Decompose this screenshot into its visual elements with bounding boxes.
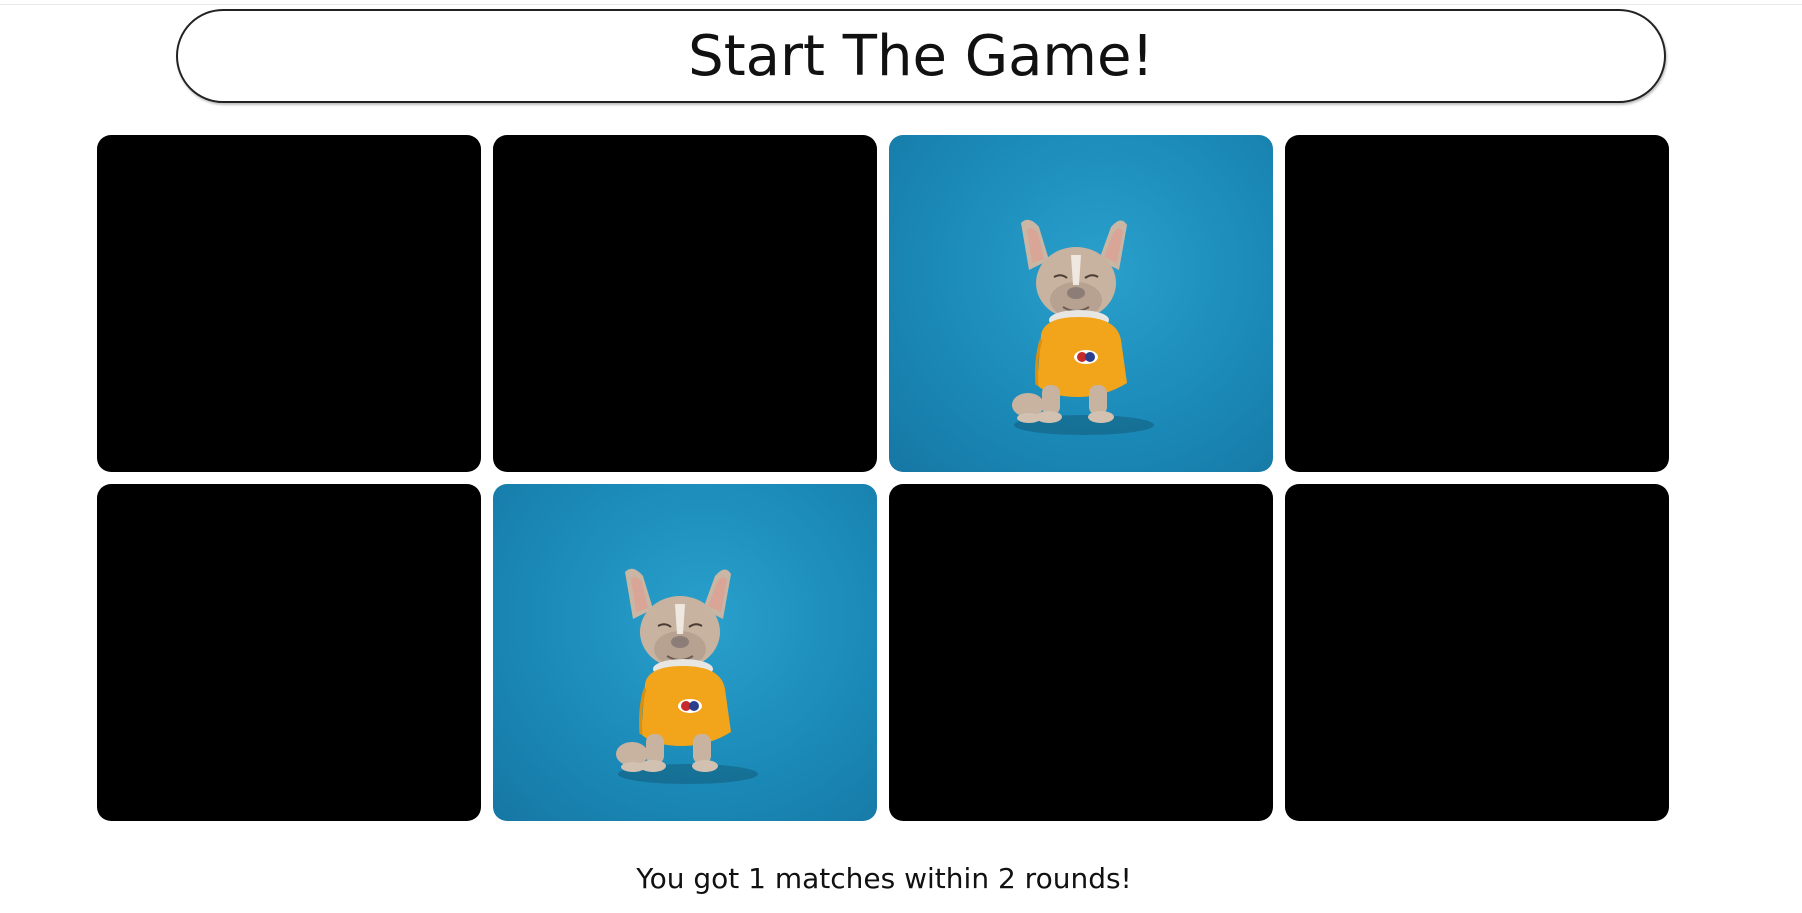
memory-card-4[interactable] [1285, 135, 1669, 472]
score-status: You got 1 matches within 2 rounds! [636, 862, 1132, 895]
memory-card-1[interactable] [97, 135, 481, 472]
french-bulldog-photo [616, 568, 758, 784]
memory-card-6[interactable] [493, 484, 877, 821]
memory-card-7[interactable] [889, 484, 1273, 821]
memory-card-2[interactable] [493, 135, 877, 472]
start-game-label: Start The Game! [688, 23, 1154, 89]
top-divider [0, 0, 1802, 5]
card-grid [97, 135, 1669, 821]
memory-card-3[interactable] [889, 135, 1273, 472]
memory-card-5[interactable] [97, 484, 481, 821]
french-bulldog-photo [1012, 219, 1154, 435]
memory-card-8[interactable] [1285, 484, 1669, 821]
start-game-button[interactable]: Start The Game! [176, 9, 1666, 103]
